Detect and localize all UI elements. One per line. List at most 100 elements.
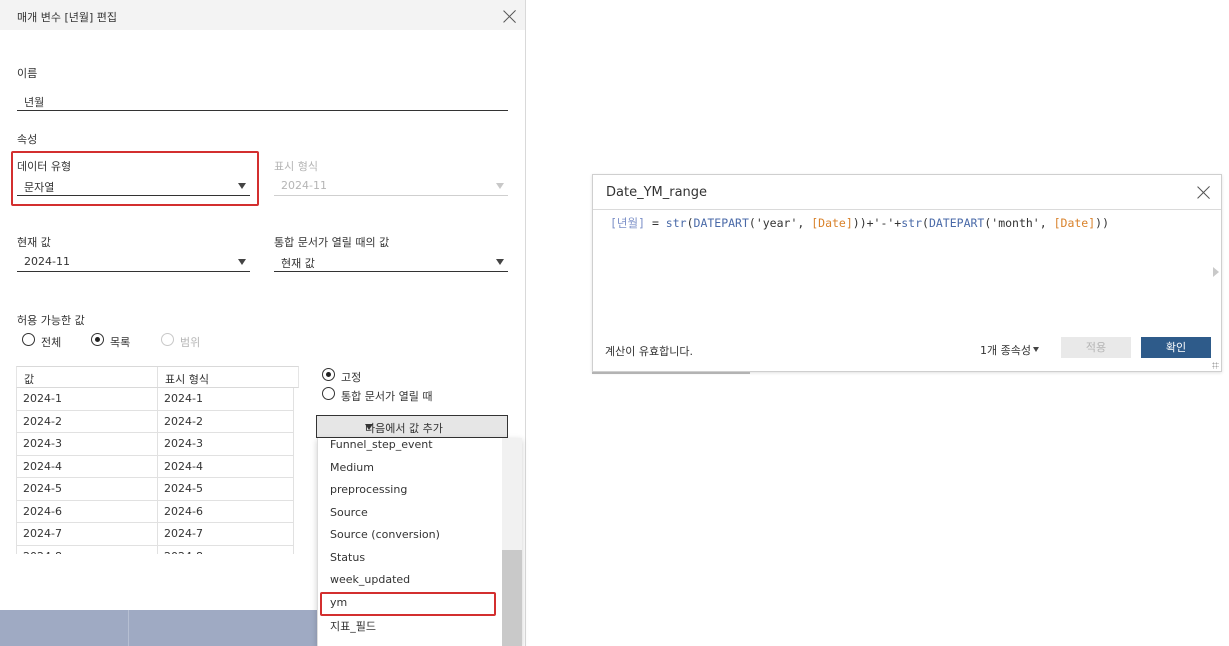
radio-when-open-label: 통합 문서가 열릴 때 bbox=[341, 390, 433, 403]
formula-func: DATEPART bbox=[928, 216, 985, 230]
menu-item-label: preprocessing bbox=[330, 483, 408, 496]
cell-value: 2024-6 bbox=[23, 504, 62, 518]
table-row[interactable]: 2024-8 2024-8 bbox=[16, 546, 294, 555]
cell-value: 2024-8 bbox=[23, 550, 62, 555]
chevron-down-icon bbox=[496, 183, 504, 189]
add-values-label: 다음에서 값 추가 bbox=[365, 422, 443, 435]
column-header-value: 값 bbox=[24, 373, 35, 386]
validation-status: 계산이 유효합니다. bbox=[605, 345, 693, 358]
formula-op: ))+'-'+ bbox=[852, 216, 902, 230]
divider bbox=[593, 209, 1221, 210]
dependencies-label: 1개 종속성 bbox=[980, 344, 1031, 357]
cell-value: 2024-4 bbox=[23, 459, 62, 473]
menu-item[interactable]: Medium bbox=[318, 458, 502, 481]
dialog-titlebar: 매개 변수 [년월] 편집 bbox=[0, 0, 525, 30]
screen: 매개 변수 [년월] 편집 이름 년월 속성 데이터 유형 문자열 표시 형식 … bbox=[0, 0, 1229, 646]
cell-display: 2024-2 bbox=[164, 414, 203, 428]
allowable-values-label: 허용 가능한 값 bbox=[17, 314, 85, 327]
expand-arrow-icon[interactable] bbox=[1213, 267, 1219, 277]
radio-list[interactable] bbox=[91, 333, 104, 346]
formula-op: ( bbox=[922, 216, 929, 230]
menu-item[interactable]: Status bbox=[318, 548, 502, 571]
table-row[interactable]: 2024-3 2024-3 bbox=[16, 433, 294, 456]
workbook-open-value: 현재 값 bbox=[281, 257, 315, 270]
formula-editor[interactable]: [년월] = str(DATEPART('year', [Date]))+'-'… bbox=[610, 215, 1109, 231]
workbook-open-label: 통합 문서가 열릴 때의 값 bbox=[274, 236, 390, 249]
chevron-down-icon bbox=[365, 424, 373, 430]
name-label: 이름 bbox=[17, 67, 38, 80]
formula-field-ref: [년월] bbox=[610, 216, 646, 230]
dependencies-dropdown[interactable]: 1개 종속성 bbox=[980, 342, 1039, 358]
menu-item-label: Source (conversion) bbox=[330, 528, 440, 541]
radio-range bbox=[161, 333, 174, 346]
cell-value: 2024-7 bbox=[23, 527, 62, 540]
cell-value: 2024-3 bbox=[23, 437, 62, 450]
menu-item[interactable]: 지표_필드 bbox=[318, 615, 502, 638]
apply-button[interactable]: 적용 bbox=[1061, 337, 1131, 358]
radio-fixed[interactable] bbox=[322, 368, 335, 381]
values-table: 값 표시 형식 2024-1 2024-1 2024-2 2024-2 2024… bbox=[16, 366, 299, 554]
table-row[interactable]: 2024-7 2024-7 bbox=[16, 523, 294, 546]
table-row[interactable]: 2024-1 2024-1 bbox=[16, 388, 294, 411]
formula-func: str bbox=[665, 216, 687, 230]
formula-arg: ('year', bbox=[748, 216, 812, 230]
resize-grip-icon[interactable] bbox=[1212, 362, 1219, 369]
formula-op: ( bbox=[686, 216, 694, 230]
close-icon[interactable] bbox=[503, 9, 517, 23]
menu-item[interactable]: Source bbox=[318, 503, 502, 526]
table-row[interactable]: 2024-4 2024-4 bbox=[16, 456, 294, 478]
menu-item-label: ym bbox=[330, 596, 348, 609]
menu-item-label: Funnel_step_event bbox=[330, 438, 433, 451]
data-type-label: 데이터 유형 bbox=[17, 160, 72, 173]
formula-arg: ('month', bbox=[984, 216, 1054, 230]
chevron-down-icon bbox=[238, 259, 246, 265]
table-row[interactable]: 2024-2 2024-2 bbox=[16, 411, 294, 433]
properties-label: 속성 bbox=[17, 133, 38, 146]
chevron-down-icon bbox=[238, 183, 246, 189]
menu-item-label: Source bbox=[330, 506, 368, 519]
formula-op: )) bbox=[1095, 216, 1109, 230]
formula-op: = bbox=[645, 216, 666, 230]
data-type-value: 문자열 bbox=[24, 181, 55, 194]
radio-fixed-label: 고정 bbox=[341, 371, 362, 384]
current-value-select[interactable]: 2024-11 bbox=[17, 252, 250, 272]
radio-list-label: 목록 bbox=[110, 336, 131, 349]
formula-field-ref: [Date] bbox=[1053, 216, 1096, 230]
table-row[interactable]: 2024-6 2024-6 bbox=[16, 501, 294, 523]
calculation-name[interactable]: Date_YM_range bbox=[606, 185, 707, 200]
formula-field-ref: [Date] bbox=[811, 216, 853, 230]
background-strip bbox=[0, 610, 317, 646]
menu-item-ym[interactable]: ym bbox=[318, 593, 502, 616]
chevron-down-icon bbox=[496, 259, 504, 265]
radio-when-open[interactable] bbox=[322, 387, 335, 400]
radio-all-label: 전체 bbox=[41, 336, 62, 349]
menu-scrollbar-thumb[interactable] bbox=[502, 550, 522, 646]
table-row[interactable]: 2024-5 2024-5 bbox=[16, 478, 294, 501]
menu-item-label: 지표_필드 bbox=[330, 620, 376, 633]
menu-item[interactable]: Source (conversion) bbox=[318, 525, 502, 548]
cell-display: 2024-7 bbox=[164, 527, 203, 540]
name-field[interactable]: 년월 bbox=[17, 91, 508, 111]
cell-display: 2024-8 bbox=[164, 550, 203, 555]
close-icon[interactable] bbox=[1197, 185, 1211, 199]
cell-display: 2024-1 bbox=[164, 392, 203, 405]
menu-item[interactable]: week_updated bbox=[318, 570, 502, 593]
chevron-down-icon bbox=[1032, 347, 1039, 352]
workbook-open-select[interactable]: 현재 값 bbox=[274, 252, 508, 272]
current-value-label: 현재 값 bbox=[17, 236, 51, 249]
display-format-select: 2024-11 bbox=[274, 176, 508, 196]
formula-func: str bbox=[901, 216, 923, 230]
menu-item-label: week_updated bbox=[330, 573, 411, 586]
add-values-from-button[interactable]: 다음에서 값 추가 bbox=[316, 415, 508, 438]
cell-display: 2024-4 bbox=[164, 459, 203, 473]
cell-display: 2024-3 bbox=[164, 437, 203, 450]
display-format-label: 표시 형식 bbox=[274, 160, 318, 173]
ok-button[interactable]: 확인 bbox=[1141, 337, 1211, 358]
menu-item[interactable]: Funnel_step_event bbox=[318, 438, 502, 458]
column-header-display: 표시 형식 bbox=[165, 373, 209, 386]
radio-all[interactable] bbox=[22, 333, 35, 346]
cell-value: 2024-5 bbox=[23, 482, 62, 495]
menu-item[interactable]: preprocessing bbox=[318, 480, 502, 503]
table-header: 값 표시 형식 bbox=[16, 366, 299, 388]
data-type-select[interactable]: 문자열 bbox=[17, 176, 250, 196]
